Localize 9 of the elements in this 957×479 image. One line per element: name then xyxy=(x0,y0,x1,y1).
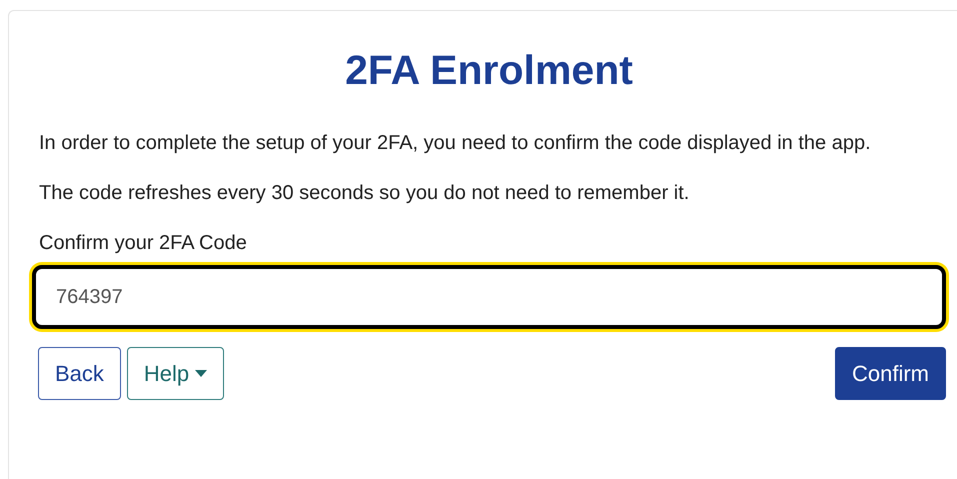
back-button[interactable]: Back xyxy=(38,347,121,400)
instruction-text: In order to complete the setup of your 2FA, you need to confirm the code displayed in the app. xyxy=(39,131,872,156)
field-label: Confirm your 2FA Code xyxy=(39,231,248,256)
confirm-button[interactable]: Confirm xyxy=(834,347,946,400)
page-title: 2FA Enrolment xyxy=(344,46,634,95)
caret-icon xyxy=(195,370,208,377)
code-input-field[interactable]: 764397 xyxy=(32,265,946,329)
help-dropdown-button[interactable]: Help xyxy=(126,347,224,400)
instruction-text: The code refreshes every 30 seconds so you do not need to remember it. xyxy=(39,181,690,206)
